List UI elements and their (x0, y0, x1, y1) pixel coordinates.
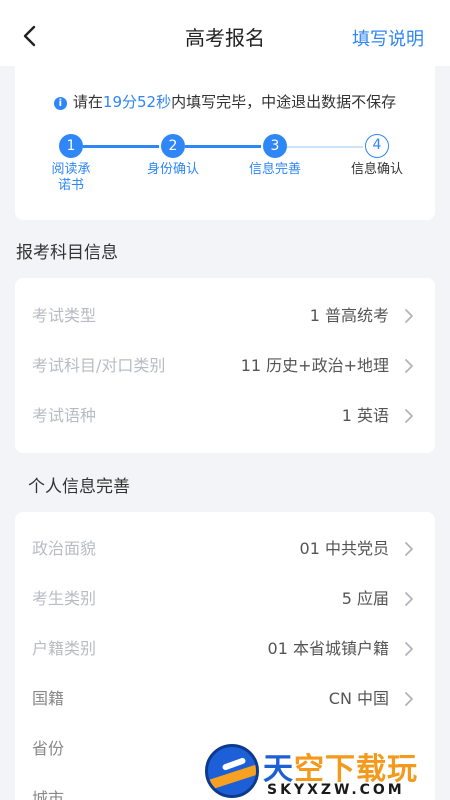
subject-section-title: 报考科目信息 (16, 243, 118, 263)
row-label: 考生类别 (32, 589, 97, 608)
step-4-circle: 4 (365, 134, 389, 158)
row-value: CN 中国 (328, 689, 389, 708)
notice-prefix: 请在 (72, 93, 103, 111)
list-item-household-type[interactable]: 户籍类别 01 本省城镇户籍 (15, 624, 435, 674)
chevron-right-icon (405, 309, 413, 323)
row-label: 城市 (32, 789, 65, 800)
watermark-logo: 天空下载玩 SKYXZW.COM (205, 742, 450, 800)
row-label: 户籍类别 (32, 639, 97, 658)
row-value: 5 应届 (341, 589, 389, 608)
watermark-en-text: SKYXZW.COM (267, 782, 405, 798)
step-connector (287, 146, 363, 148)
nav-bar: 高考报名 填写说明 (0, 0, 450, 66)
row-label: 政治面貌 (32, 539, 97, 558)
list-item-nationality[interactable]: 国籍 CN 中国 (15, 674, 435, 724)
globe-logo-icon (205, 744, 259, 798)
row-label: 国籍 (32, 689, 65, 708)
row-label: 考试语种 (32, 406, 97, 425)
step-3-circle: 3 (263, 134, 287, 158)
stepper: 1 阅读承诺书 2 身份确认 3 信息完善 4 信息确认 (15, 134, 435, 214)
notice-suffix: 内填写完毕，中途退出数据不保存 (171, 93, 397, 111)
step-1-circle: 1 (59, 134, 83, 158)
step-4-label: 信息确认 (350, 162, 403, 177)
chevron-right-icon (405, 359, 413, 373)
row-value: 1 普高统考 (309, 306, 389, 325)
chevron-right-icon (405, 642, 413, 656)
step-3-label: 信息完善 (248, 162, 301, 177)
row-value: 11 历史+政治+地理 (240, 356, 389, 375)
list-item-candidate-type[interactable]: 考生类别 5 应届 (15, 574, 435, 624)
row-value: 01 本省城镇户籍 (267, 639, 389, 658)
help-link[interactable]: 填写说明 (352, 25, 424, 51)
step-connector (185, 145, 261, 148)
chevron-right-icon (405, 592, 413, 606)
step-connector (83, 145, 159, 148)
countdown-time: 19分52秒 (102, 93, 172, 111)
info-icon: i (53, 97, 67, 110)
step-2-circle: 2 (161, 134, 185, 158)
list-item-political-status[interactable]: 政治面貌 01 中共党员 (15, 524, 435, 574)
chevron-right-icon (405, 692, 413, 706)
countdown-notice: i 请在19分52秒内填写完毕，中途退出数据不保存 (15, 91, 435, 112)
progress-card: i 请在19分52秒内填写完毕，中途退出数据不保存 1 阅读承诺书 2 身份确认 … (15, 64, 435, 220)
step-1-label: 阅读承诺书 (51, 162, 91, 193)
row-label: 考试科目/对口类别 (32, 356, 166, 375)
chevron-right-icon (405, 409, 413, 423)
row-value: 01 中共党员 (299, 539, 389, 558)
list-item-exam-type[interactable]: 考试类型 1 普高统考 (15, 291, 435, 341)
subject-card: 考试类型 1 普高统考 考试科目/对口类别 11 历史+政治+地理 考试语种 1… (15, 278, 435, 453)
chevron-right-icon (405, 542, 413, 556)
step-2-label: 身份确认 (146, 162, 199, 177)
row-label: 省份 (32, 739, 65, 758)
list-item-exam-language[interactable]: 考试语种 1 英语 (15, 391, 435, 441)
row-label: 考试类型 (32, 306, 97, 325)
row-value: 1 英语 (341, 406, 389, 425)
list-item-exam-subjects[interactable]: 考试科目/对口类别 11 历史+政治+地理 (15, 341, 435, 391)
personal-section-title: 个人信息完善 (28, 477, 130, 497)
